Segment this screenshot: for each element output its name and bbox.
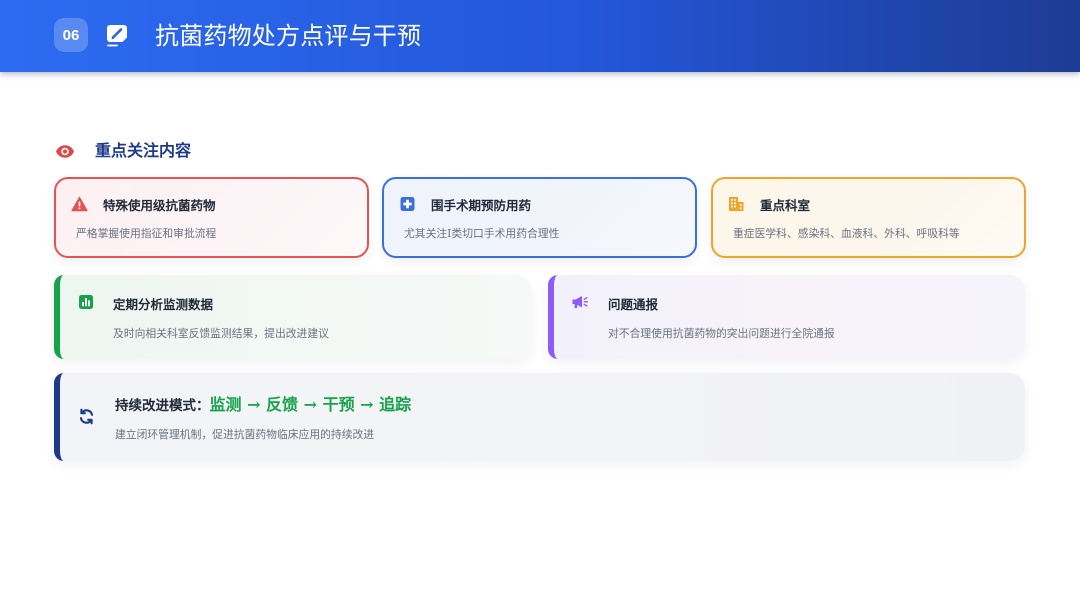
card-problem-notification: 问题通报 对不合理使用抗菌药物的突出问题进行全院通报 — [548, 275, 1025, 359]
section-number-badge: 06 — [54, 18, 88, 52]
header-bar: 06 抗菌药物处方点评与干预 — [0, 0, 1080, 72]
section-number: 06 — [62, 26, 80, 44]
bar-chart-icon — [78, 294, 94, 310]
card-perioperative-prophylaxis: 围手术期预防用药 尤其关注I类切口手术用药合理性 — [382, 177, 697, 258]
cycle-flow-highlight: 监测 → 反馈 → 干预 → 追踪 — [209, 395, 412, 414]
card-description: 尤其关注I类切口手术用药合理性 — [404, 227, 560, 240]
section-title: 重点关注内容 — [95, 141, 192, 160]
improvement-model-title: 持续改进模式： 监测 → 反馈 → 干预 → 追踪 — [115, 394, 411, 416]
card-description: 重症医学科、感染科、血液科、外科、呼吸科等 — [733, 227, 960, 240]
card-title: 问题通报 — [608, 297, 659, 312]
card-special-use-antibiotics: 特殊使用级抗菌药物 严格掌握使用指征和审批流程 — [54, 177, 369, 258]
title-prefix: 持续改进模式： — [115, 398, 210, 414]
section-heading: 重点关注内容 — [55, 140, 191, 162]
card-title: 围手术期预防用药 — [431, 198, 532, 213]
eye-icon — [55, 144, 75, 159]
card-key-departments: 重点科室 重症医学科、感染科、血液科、外科、呼吸科等 — [711, 177, 1026, 258]
card-description: 及时向相关科室反馈监测结果，提出改进建议 — [113, 327, 329, 340]
slide: 06 抗菌药物处方点评与干预 重点关注内容 特殊使用级抗菌药物 严格掌握使用指征… — [0, 0, 1080, 608]
page-title: 抗菌药物处方点评与干预 — [155, 22, 422, 50]
card-description: 建立闭环管理机制，促进抗菌药物临床应用的持续改进 — [115, 428, 375, 441]
card-description: 严格掌握使用指征和审批流程 — [76, 227, 217, 240]
warning-icon — [71, 196, 88, 212]
card-title: 定期分析监测数据 — [113, 297, 214, 312]
signature-icon — [106, 24, 131, 47]
card-continuous-improvement: 持续改进模式： 监测 → 反馈 → 干预 → 追踪 建立闭环管理机制，促进抗菌药… — [54, 373, 1025, 461]
card-description: 对不合理使用抗菌药物的突出问题进行全院通报 — [608, 327, 835, 340]
megaphone-icon — [571, 294, 589, 310]
card-monitoring-data-analysis: 定期分析监测数据 及时向相关科室反馈监测结果，提出改进建议 — [54, 275, 531, 359]
building-icon — [728, 196, 745, 212]
sync-icon — [78, 408, 95, 425]
card-title: 重点科室 — [760, 198, 811, 213]
card-title: 特殊使用级抗菌药物 — [103, 198, 216, 213]
medical-cross-icon — [399, 196, 416, 212]
